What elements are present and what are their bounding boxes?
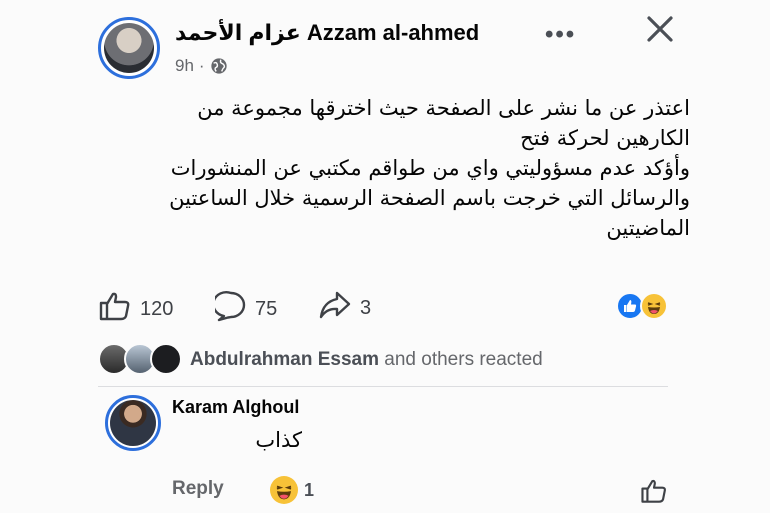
haha-reaction-icon	[640, 292, 668, 320]
author-name[interactable]: عزام الأحمد Azzam al-ahmed	[175, 20, 479, 46]
globe-icon	[210, 57, 228, 75]
comment-icon	[212, 290, 247, 328]
comment-reaction-summary[interactable]: 1	[270, 476, 314, 504]
reactor-avatars[interactable]	[98, 343, 184, 375]
meta-separator: ·	[198, 56, 205, 75]
share-icon	[318, 290, 352, 326]
share-count: 3	[360, 296, 372, 319]
post-text-line: وأؤكد عدم مسؤوليتي واي من طواقم مكتبي عن…	[170, 156, 690, 180]
comment-count: 75	[255, 297, 278, 320]
haha-reaction-icon	[270, 476, 298, 504]
post-text-line: اعتذر عن ما نشر على الصفحة حيث اخترقها م…	[197, 96, 690, 120]
like-count: 120	[140, 297, 174, 320]
like-button[interactable]: 120	[98, 290, 173, 328]
close-icon[interactable]	[645, 14, 675, 44]
reacted-summary[interactable]: Abdulrahman Essam and others reacted	[190, 349, 543, 371]
post-text-line: الماضيتين	[606, 216, 690, 240]
post-text-line: والرسائل التي خرجت باسم الصفحة الرسمية خ…	[169, 186, 690, 210]
divider	[98, 386, 668, 387]
comment-reaction-count: 1	[304, 479, 315, 500]
reaction-summary[interactable]	[616, 292, 672, 322]
more-options-icon[interactable]: •••	[545, 21, 576, 49]
thumbs-up-icon	[98, 290, 132, 328]
share-button[interactable]: 3	[318, 290, 371, 326]
post-meta: 9h ·	[175, 56, 228, 76]
reply-button[interactable]: Reply	[172, 478, 224, 500]
avatar	[150, 343, 182, 375]
author-avatar[interactable]	[98, 17, 160, 79]
reacted-suffix: and others reacted	[379, 349, 543, 370]
comment-button[interactable]: 75	[212, 290, 278, 328]
reactor-name[interactable]: Abdulrahman Essam	[190, 349, 379, 370]
comment-author-avatar[interactable]	[105, 395, 161, 451]
comment-text: كذاب	[255, 428, 302, 452]
post-text: اعتذر عن ما نشر على الصفحة حيث اخترقها م…	[110, 93, 690, 243]
comment-like-button[interactable]	[640, 477, 668, 510]
post-time[interactable]: 9h	[175, 56, 194, 76]
comment-author[interactable]: Karam Alghoul	[172, 397, 299, 418]
post-text-line: الكارهين لحركة فتح	[520, 126, 690, 150]
